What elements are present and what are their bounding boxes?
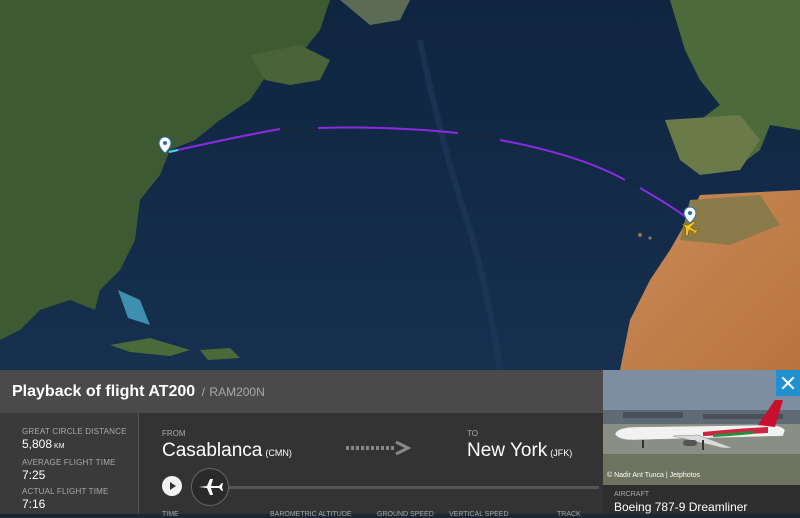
to-city-row: New York (JFK) xyxy=(467,440,572,462)
distance-value-row: 5,808 KM xyxy=(22,437,127,451)
distance-unit: KM xyxy=(54,443,65,450)
to-code: (JFK) xyxy=(550,448,573,458)
aircraft-photo-image xyxy=(603,370,800,485)
flight-map[interactable] xyxy=(0,0,800,370)
distance-label: GREAT CIRCLE DISTANCE xyxy=(22,427,127,436)
distance-value: 5,808 xyxy=(22,437,53,451)
play-button[interactable] xyxy=(162,476,182,496)
from-label: FROM xyxy=(162,429,186,438)
to-city: New York xyxy=(467,440,548,461)
route-arrow-icon xyxy=(346,440,412,456)
col-vertical-speed: VERTICAL SPEED xyxy=(449,511,509,518)
col-time: TIME xyxy=(162,511,179,518)
photo-credit[interactable]: © Nadir Ant Tunca | Jetphotos xyxy=(607,472,700,479)
distance-stat: GREAT CIRCLE DISTANCE 5,808 KM xyxy=(22,427,127,451)
flight-callsign: RAM200N xyxy=(209,385,265,399)
avg-time-stat: AVERAGE FLIGHT TIME 7:25 xyxy=(22,458,116,482)
playback-slider-thumb[interactable] xyxy=(191,468,229,506)
col-track: TRACK xyxy=(557,511,581,518)
canary-islands xyxy=(638,233,642,237)
aircraft-photo[interactable]: © Nadir Ant Tunca | Jetphotos xyxy=(603,370,800,485)
avg-time-label: AVERAGE FLIGHT TIME xyxy=(22,458,116,467)
actual-time-value: 7:16 xyxy=(22,497,46,511)
to-label: TO xyxy=(467,429,478,438)
from-city: Casablanca xyxy=(162,440,263,461)
title-separator: / xyxy=(201,385,205,399)
aircraft-card: © Nadir Ant Tunca | Jetphotos AIRCRAFT B… xyxy=(603,370,800,514)
actual-time-stat: ACTUAL FLIGHT TIME 7:16 xyxy=(22,487,109,511)
airplane-thumb-icon xyxy=(199,479,223,495)
actual-time-label: ACTUAL FLIGHT TIME xyxy=(22,487,109,496)
from-city-row: Casablanca (CMN) xyxy=(162,440,292,462)
playback-panel: Playback of flight AT200 / RAM200N GREAT… xyxy=(0,370,800,518)
col-baro-altitude: BAROMETRIC ALTITUDE xyxy=(270,511,352,518)
aircraft-model: Boeing 787-9 Dreamliner xyxy=(614,500,748,514)
aircraft-label: AIRCRAFT xyxy=(614,491,649,498)
flight-stats: GREAT CIRCLE DISTANCE 5,808 KM AVERAGE FL… xyxy=(0,413,139,514)
panel-header: Playback of flight AT200 / RAM200N xyxy=(0,370,603,413)
canary-islands-2 xyxy=(648,236,652,240)
close-icon[interactable] xyxy=(776,370,800,396)
avg-time-value: 7:25 xyxy=(22,468,46,482)
flight-title: Playback of flight AT200 xyxy=(12,383,196,400)
from-code: (CMN) xyxy=(265,448,292,458)
route-section: FROM Casablanca (CMN) TO New York (JFK) TI… xyxy=(139,413,603,518)
panel-title: Playback of flight AT200 / RAM200N xyxy=(12,383,265,401)
col-ground-speed: GROUND SPEED xyxy=(377,511,434,518)
playback-slider-track[interactable] xyxy=(194,486,599,489)
